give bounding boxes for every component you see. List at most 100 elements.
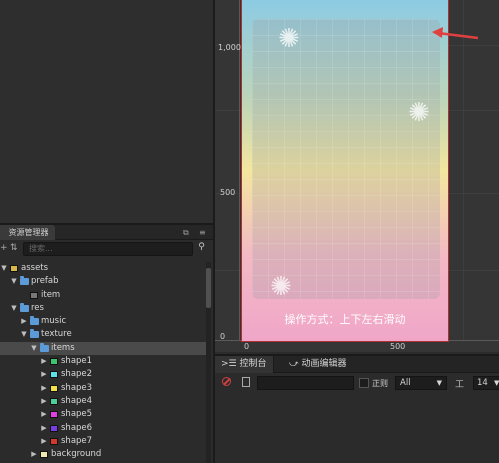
tree-item-label: item	[41, 289, 61, 300]
regex-label: 正则	[372, 379, 388, 388]
tree-row[interactable]: ▶ music	[0, 315, 206, 328]
animation-icon: ⤻	[289, 359, 302, 369]
clear-icon[interactable]	[222, 377, 231, 386]
tab-console[interactable]: >☰ 控制台	[215, 356, 274, 373]
x-axis-label: 0	[244, 342, 250, 351]
image-icon	[50, 397, 58, 405]
y-axis-label: 1,000	[218, 43, 241, 52]
assets-tab[interactable]: 资源管理器	[0, 225, 55, 240]
chevron-down-icon[interactable]: ▼	[20, 328, 28, 341]
add-icon[interactable]: +	[0, 243, 8, 253]
tree-item-label: shape5	[61, 409, 93, 420]
tree-item-label: prefab	[31, 276, 59, 287]
folder-icon	[30, 316, 39, 326]
image-icon	[50, 371, 58, 379]
y-axis-label: 500	[220, 188, 236, 197]
instruction-text: 操作方式：上下左右滑动	[284, 313, 406, 326]
tree-item-label: shape7	[61, 435, 93, 446]
asset-tree: ▼ assets ▼ prefab item ▼ res ▶ music ▼ texture ▼ ite…	[0, 262, 206, 461]
chevron-right-icon[interactable]: ▶	[40, 408, 48, 421]
scrollbar-thumb[interactable]	[206, 268, 211, 308]
tree-row[interactable]: ▶ shape2	[0, 368, 206, 381]
search-input[interactable]: 搜索...	[23, 242, 193, 256]
tab-console-label: 控制台	[239, 359, 267, 369]
folder-icon	[40, 342, 49, 352]
folder-icon	[20, 302, 29, 312]
assets-root-icon	[10, 265, 18, 272]
x-axis-label: 500	[390, 342, 406, 351]
tree-row[interactable]: ▶ shape6	[0, 422, 206, 435]
log-file-icon[interactable]	[242, 377, 250, 387]
chevron-down-icon[interactable]: ▼	[10, 275, 18, 288]
grid-line	[463, 0, 464, 340]
log-level-value: All	[400, 378, 411, 388]
assets-panel-header: 资源管理器 ⧉ ≡	[0, 225, 213, 240]
tree-row[interactable]: ▼ assets	[0, 262, 206, 275]
image-icon	[40, 451, 48, 459]
filter-input[interactable]	[257, 376, 354, 390]
sparkle-icon: ✺	[270, 272, 292, 302]
arrow-icon	[432, 27, 479, 40]
search-icon[interactable]: ⚲	[195, 242, 208, 256]
tree-row[interactable]: ▶ shape7	[0, 435, 206, 448]
assets-tab-label: 资源管理器	[8, 228, 49, 237]
font-size-icon: 工	[455, 380, 465, 390]
tree-row[interactable]: ▼ res	[0, 302, 206, 315]
chevron-right-icon[interactable]: ▶	[40, 355, 48, 368]
assets-toolbar: + ⇅ 搜索... ⚲	[0, 240, 213, 258]
menu-icon[interactable]: ≡	[199, 227, 206, 238]
log-level-select[interactable]: All ▼	[395, 376, 447, 390]
assets-panel: 资源管理器 ⧉ ≡ + ⇅ 搜索... ⚲ ▼ assets ▼ prefab item…	[0, 223, 213, 463]
chevron-right-icon[interactable]: ▶	[40, 382, 48, 395]
chevron-right-icon[interactable]: ▶	[40, 395, 48, 408]
tree-row[interactable]: ▶ shape1	[0, 355, 206, 368]
board-card	[252, 19, 440, 299]
hierarchy-panel	[0, 0, 213, 223]
image-icon	[50, 437, 58, 445]
scrollbar[interactable]	[206, 262, 211, 463]
console-toolbar: 正则 All ▼ 工 14 ▼	[215, 373, 499, 393]
tree-item-label: items	[51, 342, 75, 353]
tree-row[interactable]: ▶ shape4	[0, 395, 206, 408]
font-size-select[interactable]: 14 ▼	[473, 376, 499, 390]
folder-icon	[30, 329, 39, 339]
tree-item-label: shape2	[61, 369, 93, 380]
chevron-down-icon[interactable]: ▼	[10, 302, 18, 315]
chevron-right-icon[interactable]: ▶	[40, 435, 48, 448]
chevron-down-icon[interactable]: ▼	[30, 342, 38, 355]
tree-item-label: texture	[41, 329, 72, 340]
font-size-value: 14	[477, 378, 488, 388]
tree-row[interactable]: ▼ prefab	[0, 275, 206, 288]
tree-row[interactable]: ▶ shape5	[0, 408, 206, 421]
prefab-icon	[30, 291, 38, 299]
tree-item-label: shape1	[61, 356, 93, 367]
tree-row[interactable]: ▼ texture	[0, 328, 206, 341]
y-axis-label: 0	[220, 332, 226, 341]
sparkle-icon: ✺	[408, 98, 430, 128]
console-icon: >☰	[221, 359, 240, 369]
chevron-down-icon: ▼	[436, 379, 442, 387]
chevron-right-icon[interactable]: ▶	[20, 315, 28, 328]
chevron-right-icon[interactable]: ▶	[40, 368, 48, 381]
tree-item-label: music	[41, 316, 67, 327]
tree-item-label: shape4	[61, 395, 93, 406]
tree-row[interactable]: ▶ shape3	[0, 382, 206, 395]
chevron-right-icon[interactable]: ▶	[30, 448, 38, 461]
image-icon	[50, 384, 58, 392]
console-panel: >☰ 控制台 ⤻ 动画编辑器 正则 All ▼ 工 14 ▼	[215, 354, 499, 463]
image-icon	[50, 358, 58, 366]
sort-icon[interactable]: ⇅	[10, 243, 18, 253]
chevron-down-icon[interactable]: ▼	[0, 262, 8, 275]
tab-animation-editor[interactable]: ⤻ 动画编辑器	[283, 356, 353, 373]
tree-row[interactable]: ▶ background	[0, 448, 206, 461]
tree-item-label: assets	[21, 263, 49, 273]
regex-checkbox[interactable]	[359, 378, 369, 388]
folder-icon	[20, 276, 29, 286]
image-icon	[50, 411, 58, 419]
popout-icon[interactable]: ⧉	[183, 227, 189, 238]
tree-row[interactable]: item	[0, 289, 206, 302]
tree-row[interactable]: ▼ items	[0, 341, 206, 356]
tree-item-label: background	[51, 449, 102, 460]
chevron-right-icon[interactable]: ▶	[40, 422, 48, 435]
image-icon	[50, 424, 58, 432]
